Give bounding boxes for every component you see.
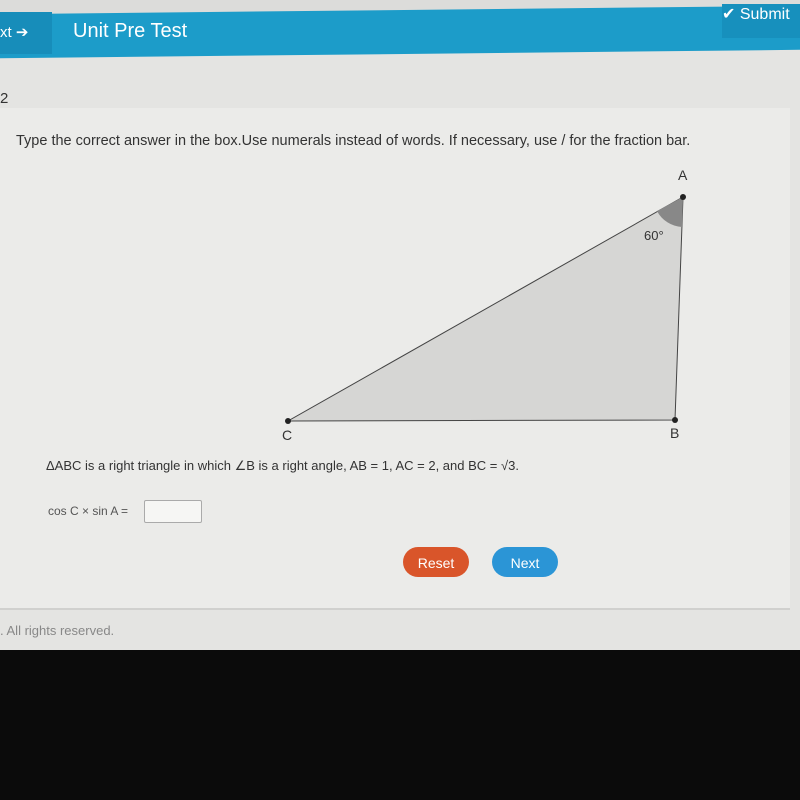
reset-button[interactable]: Reset	[403, 547, 469, 577]
angle-label: 60°	[644, 228, 664, 243]
vertex-c	[285, 418, 291, 424]
equation-label: cos C × sin A =	[48, 504, 129, 518]
answer-input[interactable]	[144, 500, 202, 523]
vertex-b	[672, 417, 678, 423]
vertex-a	[680, 194, 686, 200]
problem-statement: ΔABC is a right triangle in which ∠B is …	[46, 458, 519, 473]
label-b: B	[670, 425, 679, 441]
label-a: A	[678, 167, 688, 183]
footer-copyright: . All rights reserved.	[0, 623, 115, 638]
triangle-abc	[286, 196, 684, 422]
screen: xt ➔ Unit Pre Test ✔ Submit 2 Type the c…	[0, 0, 800, 650]
label-c: C	[282, 427, 292, 443]
triangle-diagram: A B C 60°	[282, 167, 688, 443]
next-button[interactable]: Next	[492, 547, 558, 577]
